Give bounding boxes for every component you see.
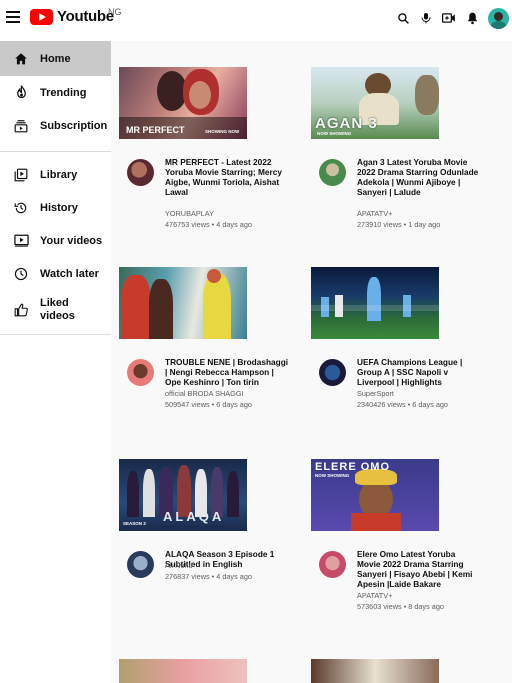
sidebar-item-label: Library [40, 168, 78, 181]
video-stats: 509547 views • 6 days ago [165, 400, 252, 409]
liked-icon [13, 302, 29, 318]
video-title[interactable]: TROUBLE NENE | Brodashaggi | Nengi Rebec… [165, 357, 289, 387]
channel-avatar[interactable] [319, 159, 346, 186]
sidebar-item-label: Subscription [40, 119, 108, 132]
sidebar-item-label: Home [40, 52, 71, 65]
sidebar-item-label: Liked videos [40, 297, 75, 322]
account-avatar[interactable] [488, 7, 509, 29]
sidebar-item-label: Your videos [40, 234, 103, 247]
video-thumbnail[interactable] [311, 659, 439, 683]
sidebar-item-library[interactable]: Library [0, 158, 111, 191]
sidebar-item-label: Trending [40, 86, 87, 99]
sidebar-divider [0, 334, 111, 335]
create-video-icon[interactable] [438, 7, 460, 29]
video-stats: 2340426 views • 6 days ago [357, 400, 448, 409]
video-thumbnail[interactable] [311, 267, 439, 339]
region-code: NG [108, 7, 122, 17]
video-stats: 273910 views • 1 day ago [357, 220, 441, 229]
channel-name[interactable]: YORUBAPLAY [165, 209, 289, 219]
video-card[interactable]: UEFA Champions League | Group A | SSC Na… [311, 267, 481, 437]
youtube-logo[interactable]: Youtube [30, 8, 114, 25]
video-card[interactable]: ALAQA SEASON 3 ALAQA Season 3 Episode 1 … [119, 459, 289, 629]
home-icon [13, 51, 29, 67]
library-icon [13, 167, 29, 183]
bell-icon[interactable] [461, 7, 483, 29]
thumbnail-title-text: ELERE OMO [315, 461, 391, 473]
watch-later-icon [13, 266, 29, 282]
sidebar: Home Trending Subscription Library Histo… [0, 41, 111, 683]
channel-avatar[interactable] [127, 159, 154, 186]
video-thumbnail[interactable] [119, 659, 247, 683]
youtube-play-icon [30, 8, 53, 25]
video-title[interactable]: UEFA Champions League | Group A | SSC Na… [357, 357, 481, 387]
channel-name[interactable]: SuperSport [357, 389, 481, 399]
video-title[interactable]: Elere Omo Latest Yoruba Movie 2022 Drama… [357, 549, 481, 589]
video-thumbnail[interactable]: ALAQA SEASON 3 [119, 459, 247, 531]
your-videos-icon [13, 233, 29, 249]
video-thumbnail[interactable]: AGAN 3 NOW SHOWING [311, 67, 439, 139]
sidebar-item-subscription[interactable]: Subscription [0, 109, 111, 142]
thumbnail-badge-text: SHOWING NOW [205, 129, 240, 134]
video-card[interactable]: MR PERFECT SHOWING NOW MR PERFECT - Late… [119, 67, 289, 237]
video-title[interactable]: MR PERFECT - Latest 2022 Yoruba Movie St… [165, 157, 289, 197]
menu-icon[interactable] [6, 11, 20, 23]
history-icon [13, 200, 29, 216]
channel-avatar[interactable] [319, 551, 346, 578]
video-card[interactable]: ELERE OMO NOW SHOWING Elere Omo Latest Y… [311, 459, 481, 629]
sidebar-item-trending[interactable]: Trending [0, 76, 111, 109]
channel-name[interactable]: APATATV+ [357, 591, 481, 601]
video-thumbnail[interactable] [119, 267, 247, 339]
sidebar-item-home[interactable]: Home [0, 41, 111, 76]
thumbnail-badge-text: SEASON 3 [123, 521, 146, 526]
channel-avatar[interactable] [127, 359, 154, 386]
sidebar-item-liked-videos[interactable]: Liked videos [0, 290, 111, 330]
channel-name[interactable]: Ali Nuhu [165, 561, 289, 571]
logo-text: Youtube [57, 8, 114, 25]
trending-icon [13, 85, 29, 101]
search-icon[interactable] [392, 7, 414, 29]
subscriptions-icon [13, 118, 29, 134]
video-title[interactable]: Agan 3 Latest Yoruba Movie 2022 Drama St… [357, 157, 481, 197]
video-thumbnail[interactable]: MR PERFECT SHOWING NOW [119, 67, 247, 139]
thumbnail-title-text: MR PERFECT [126, 125, 185, 135]
video-card[interactable]: AGAN 3 NOW SHOWING Agan 3 Latest Yoruba … [311, 67, 481, 237]
sidebar-item-label: History [40, 201, 78, 214]
video-stats: 476753 views • 4 days ago [165, 220, 252, 229]
sidebar-item-your-videos[interactable]: Your videos [0, 224, 111, 257]
mic-icon[interactable] [415, 7, 437, 29]
sidebar-item-label: Watch later [40, 267, 99, 280]
sidebar-item-history[interactable]: History [0, 191, 111, 224]
thumbnail-badge-text: NOW SHOWING [317, 131, 352, 136]
channel-name[interactable]: official BRODA SHAGGI [165, 389, 289, 399]
thumbnail-title-text: ALAQA [163, 509, 225, 524]
video-thumbnail[interactable]: ELERE OMO NOW SHOWING [311, 459, 439, 531]
channel-avatar[interactable] [127, 551, 154, 578]
video-feed: MR PERFECT SHOWING NOW MR PERFECT - Late… [111, 41, 512, 683]
video-stats: 276837 views • 4 days ago [165, 572, 252, 581]
channel-avatar[interactable] [319, 359, 346, 386]
video-card[interactable]: TROUBLE NENE | Brodashaggi | Nengi Rebec… [119, 267, 289, 437]
top-bar: Youtube NG [0, 0, 512, 41]
video-stats: 573603 views • 8 days ago [357, 602, 444, 611]
thumbnail-badge-text: NOW SHOWING [315, 473, 350, 478]
thumbnail-title-text: AGAN 3 [315, 115, 378, 132]
channel-name[interactable]: APATATV+ [357, 209, 481, 219]
sidebar-item-watch-later[interactable]: Watch later [0, 257, 111, 290]
